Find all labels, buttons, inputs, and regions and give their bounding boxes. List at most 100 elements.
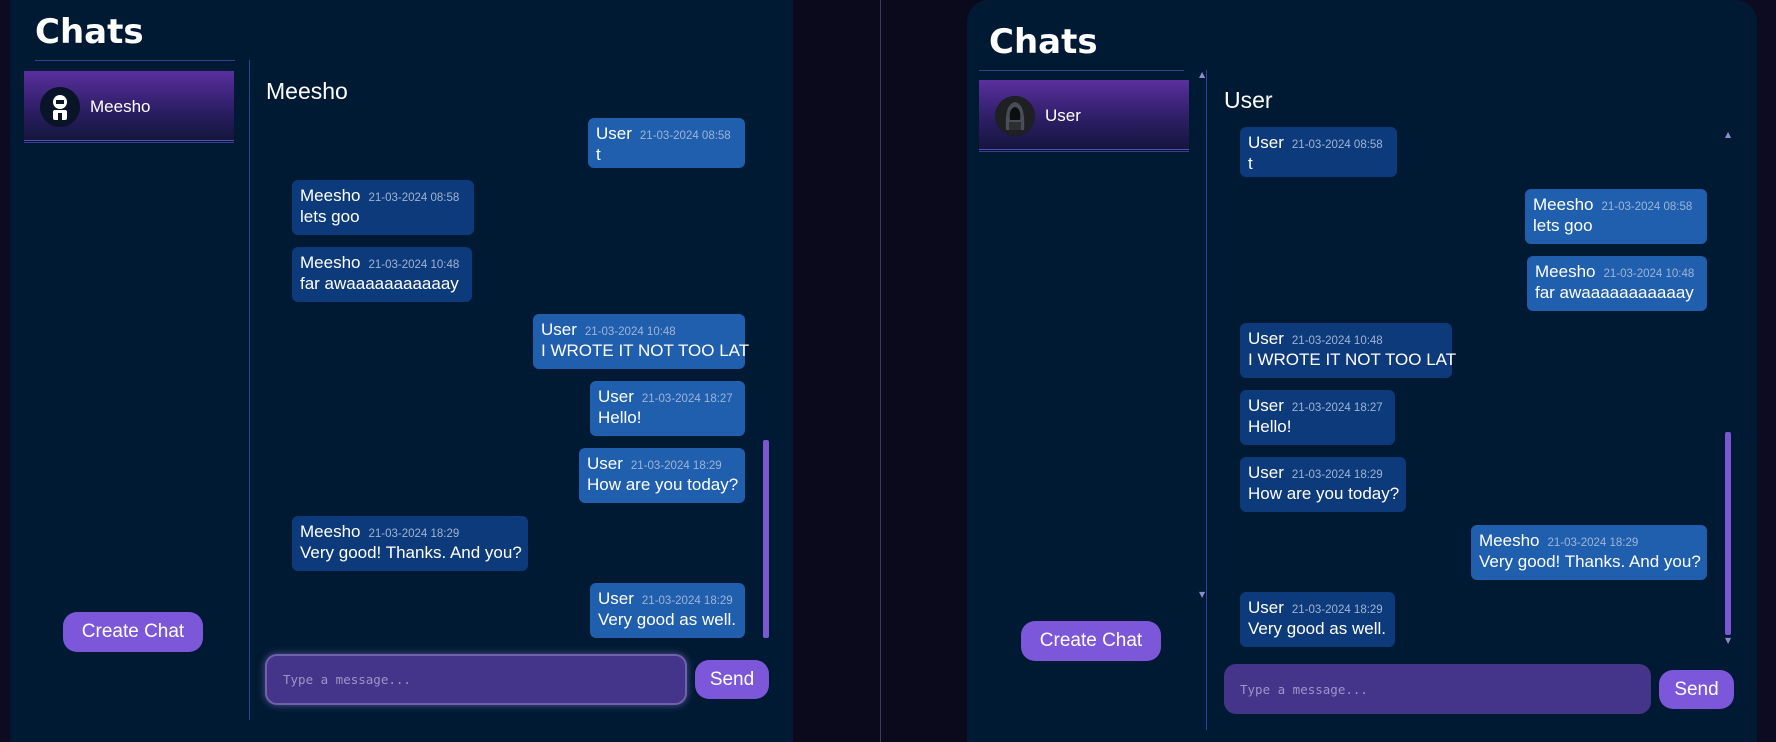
message-bubble: User 21-03-2024 18:29 Very good as well. [590, 583, 745, 638]
message-bubble: Meesho 21-03-2024 10:48 far awaaaaaaaaaaa… [292, 247, 472, 302]
message-bubble: User 21-03-2024 18:27 Hello! [1240, 390, 1395, 445]
message-bubble: Meesho 21-03-2024 10:48 far awaaaaaaaaaaa… [1527, 256, 1707, 311]
scroll-up-arrow-icon[interactable]: ▲ [1725, 130, 1731, 139]
message-bubble: User 21-03-2024 10:48 I WROTE IT NOT TOO … [1240, 323, 1457, 378]
chat-item-label: User [1045, 106, 1081, 125]
message-sender: User [1248, 396, 1284, 415]
scrollbar-thumb[interactable] [1725, 432, 1731, 635]
message-bubble: User 21-03-2024 08:58 t [588, 118, 745, 168]
message-text: t [596, 145, 601, 164]
message-text: How are you today? [587, 475, 739, 494]
scrollbar-thumb[interactable] [763, 440, 769, 638]
message-text: Very good! Thanks. And you? [300, 543, 522, 562]
sidebar-divider [35, 60, 235, 61]
send-button[interactable]: Send [1659, 670, 1734, 709]
message-text: far awaaaaaaaaaaay [300, 274, 459, 293]
chat-item-meesho[interactable]: Meesho [24, 71, 234, 141]
message-sender: User [587, 454, 623, 473]
robot-avatar [40, 87, 80, 127]
message-text: I WROTE IT NOT TOO LAT [1248, 350, 1457, 369]
create-chat-button[interactable]: Create Chat [1021, 621, 1161, 661]
message-bubble: Meesho 21-03-2024 18:29 Very good! Thanks… [292, 516, 528, 571]
message-sender: Meesho [300, 186, 361, 205]
message-text: lets goo [1533, 216, 1593, 235]
sidebar-divider [979, 151, 1189, 152]
message-list[interactable]: User 21-03-2024 08:58 t Meesho 21-03-2024 … [1240, 127, 1740, 653]
message-bubble: User 21-03-2024 18:29 Very good as well. [1240, 592, 1395, 647]
message-time: 21-03-2024 18:27 [641, 393, 733, 405]
sidebar-title: Chats [989, 22, 1098, 62]
message-text: lets goo [300, 207, 360, 226]
message-time: 21-03-2024 18:29 [641, 595, 733, 607]
send-button[interactable]: Send [695, 660, 769, 699]
window-divider [880, 0, 881, 742]
message-time: 21-03-2024 18:29 [1547, 537, 1639, 549]
message-time: 21-03-2024 18:29 [630, 460, 722, 472]
scroll-up-arrow-icon[interactable]: ▲ [1199, 70, 1205, 79]
message-sender: Meesho [1533, 195, 1594, 214]
message-text: Very good as well. [1248, 619, 1386, 638]
conversation-title: Meesho [266, 78, 348, 104]
message-time: 21-03-2024 08:58 [1291, 139, 1383, 151]
message-sender: User [598, 589, 634, 608]
message-bubble: User 21-03-2024 18:29 How are you today? [579, 448, 745, 503]
message-bubble: User 21-03-2024 18:29 How are you today? [1240, 457, 1406, 512]
hooded-figure-avatar [995, 96, 1035, 136]
message-bubble: Meesho 21-03-2024 08:58 lets goo [292, 180, 474, 235]
message-time: 21-03-2024 10:48 [584, 326, 676, 338]
message-text: I WROTE IT NOT TOO LAT [541, 341, 750, 360]
scroll-down-arrow-icon[interactable]: ▼ [1725, 636, 1731, 645]
message-sender: User [596, 124, 632, 143]
chat-item-user[interactable]: User [979, 80, 1189, 150]
message-sender: User [1248, 463, 1284, 482]
message-bubble: Meesho 21-03-2024 18:29 Very good! Thanks… [1471, 525, 1707, 580]
message-time: 21-03-2024 08:58 [1601, 201, 1693, 213]
message-sender: User [541, 320, 577, 339]
sidebar: Chats Meesho Create Chat [10, 0, 237, 742]
message-sender: Meesho [300, 522, 361, 541]
sidebar: Chats ▲ User Create Chat [967, 0, 1205, 742]
message-time: 21-03-2024 10:48 [1603, 268, 1695, 280]
message-text: Hello! [1248, 417, 1292, 436]
message-time: 21-03-2024 18:29 [368, 528, 460, 540]
screen: Chats Meesho Create Chat Meesho User 21-… [0, 0, 1776, 742]
message-text: far awaaaaaaaaaaay [1535, 283, 1694, 302]
message-text: Very good as well. [598, 610, 736, 629]
pane-separator [249, 60, 250, 720]
message-bubble: User 21-03-2024 18:27 Hello! [590, 381, 745, 436]
message-text: Very good! Thanks. And you? [1479, 552, 1701, 571]
sidebar-title: Chats [35, 12, 144, 52]
scroll-down-arrow-icon[interactable]: ▼ [1199, 590, 1205, 599]
message-time: 21-03-2024 18:27 [1291, 402, 1383, 414]
message-time: 21-03-2024 08:58 [368, 192, 460, 204]
message-bubble: User 21-03-2024 08:58 t [1240, 127, 1397, 177]
message-sender: User [1248, 598, 1284, 617]
pane-separator [1206, 70, 1207, 730]
message-sender: Meesho [1535, 262, 1596, 281]
message-time: 21-03-2024 10:48 [368, 259, 460, 271]
conversation-title: User [1224, 87, 1273, 113]
sidebar-divider [24, 142, 234, 143]
message-input[interactable] [1224, 664, 1651, 714]
message-time: 21-03-2024 18:29 [1291, 469, 1383, 481]
message-text: t [1248, 154, 1253, 173]
chat-app-right: Chats ▲ User Create Chat User User 21-03… [967, 0, 1757, 742]
sidebar-divider [979, 70, 1184, 71]
message-sender: User [1248, 133, 1284, 152]
message-bubble: User 21-03-2024 10:48 I WROTE IT NOT TOO … [533, 314, 750, 369]
message-sender: User [598, 387, 634, 406]
message-sender: User [1248, 329, 1284, 348]
message-input[interactable] [265, 654, 687, 705]
message-list[interactable]: User 21-03-2024 08:58 t Meesho 21-03-2024 … [266, 118, 786, 644]
message-sender: Meesho [300, 253, 361, 272]
chat-item-label: Meesho [90, 97, 151, 116]
message-text: Hello! [598, 408, 642, 427]
message-time: 21-03-2024 18:29 [1291, 604, 1383, 616]
message-sender: Meesho [1479, 531, 1540, 550]
create-chat-button[interactable]: Create Chat [63, 612, 203, 652]
message-text: How are you today? [1248, 484, 1400, 503]
message-bubble: Meesho 21-03-2024 08:58 lets goo [1525, 189, 1707, 244]
chat-app-left: Chats Meesho Create Chat Meesho User 21-… [10, 0, 793, 742]
message-time: 21-03-2024 10:48 [1291, 335, 1383, 347]
message-time: 21-03-2024 08:58 [639, 130, 731, 142]
